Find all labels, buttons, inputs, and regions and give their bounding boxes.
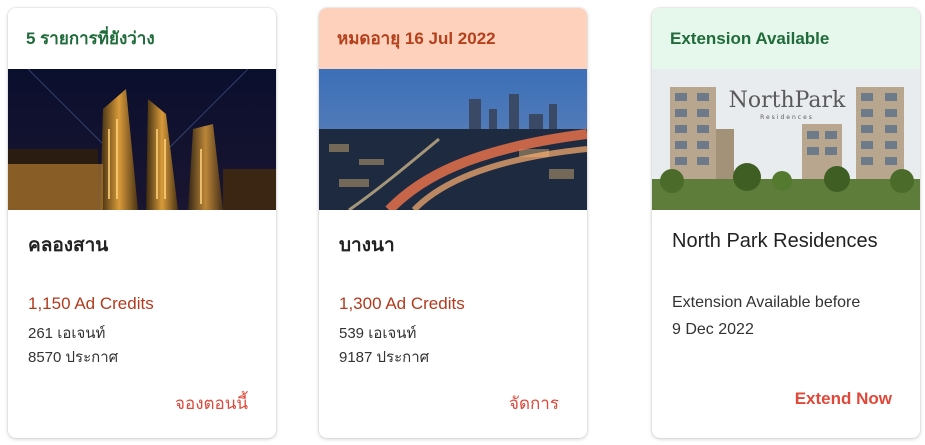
project-card-north-park[interactable]: Extension Available NorthPark Residences… — [652, 8, 920, 438]
expiry-badge: หมดอายุ 16 Jul 2022 — [319, 8, 587, 69]
manage-link[interactable]: จัดการ — [509, 390, 559, 417]
area-photo — [319, 69, 587, 210]
listing-count: 8570 ประกาศ — [28, 349, 119, 366]
ad-credits: 1,300 Ad Credits — [339, 294, 465, 313]
area-name: บางนา — [339, 235, 395, 256]
agent-count: 261 เอเจนท์ — [28, 325, 106, 342]
northpark-logo: NorthPark — [729, 88, 846, 113]
extension-badge: Extension Available — [652, 8, 920, 69]
northpark-logo-sub: Residences — [760, 114, 814, 121]
availability-badge: 5 รายการที่ยังว่าง — [8, 8, 276, 69]
ad-credits: 1,150 Ad Credits — [28, 294, 154, 313]
agent-count: 539 เอเจนท์ — [339, 325, 417, 342]
extension-note: Extension Available before — [672, 294, 861, 311]
project-name: North Park Residences — [672, 230, 878, 252]
book-now-link[interactable]: จองตอนนี้ — [175, 390, 248, 417]
area-photo — [8, 69, 276, 210]
extend-now-link[interactable]: Extend Now — [795, 389, 892, 409]
extension-deadline: 9 Dec 2022 — [672, 321, 754, 338]
listing-count: 9187 ประกาศ — [339, 349, 430, 366]
project-photo: NorthPark Residences — [652, 69, 920, 210]
area-card-bang-na[interactable]: หมดอายุ 16 Jul 2022 บางนา 1,300 Ad Credi… — [319, 8, 587, 438]
area-card-khlong-san[interactable]: 5 รายการที่ยังว่าง คลองสาน 1,150 Ad Cred… — [8, 8, 276, 438]
area-name: คลองสาน — [28, 235, 109, 256]
